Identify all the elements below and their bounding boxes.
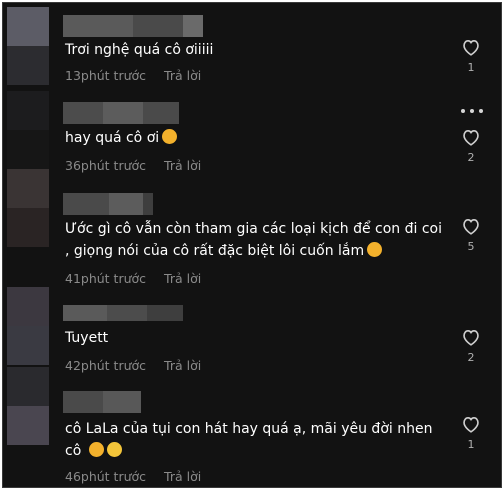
comment-text: hay quá cô ơi: [65, 127, 451, 149]
reply-button[interactable]: Trả lời: [164, 469, 201, 484]
comment-meta: 41phút trước Trả lời: [65, 271, 201, 286]
like-button[interactable]: 1: [457, 415, 485, 451]
like-button[interactable]: 2: [457, 328, 485, 364]
comment-time: 13phút trước: [65, 68, 147, 83]
comment-meta: 36phút trước Trả lời: [65, 158, 201, 173]
smiling-hearts-emoji-icon: [367, 242, 383, 257]
like-count: 1: [467, 438, 475, 451]
comment-text: cô LaLa của tụi con hát hay quá ạ, mãi y…: [65, 418, 451, 462]
comment-meta: 46phút trước Trả lời: [65, 469, 201, 484]
like-button[interactable]: 1: [457, 38, 485, 74]
more-dots-icon[interactable]: [461, 107, 485, 115]
smiling-hearts-emoji-icon: [162, 129, 178, 144]
heart-outline-icon: [463, 417, 479, 433]
comment-time: 42phút trước: [65, 358, 147, 373]
avatar[interactable]: [7, 169, 49, 247]
reply-button[interactable]: Trả lời: [164, 358, 201, 373]
reply-button[interactable]: Trả lời: [164, 271, 201, 286]
comment-meta: 42phút trước Trả lời: [65, 358, 201, 373]
like-button[interactable]: 2: [457, 128, 485, 164]
grinning-emoji-icon: [106, 442, 122, 457]
comment-text-body: hay quá cô ơi: [65, 130, 160, 146]
like-count: 2: [467, 151, 475, 164]
like-button[interactable]: 5: [457, 217, 485, 253]
heart-outline-icon: [463, 130, 479, 146]
comment-time: 41phút trước: [65, 271, 147, 286]
comment-text-body: Ước gì cô vẫn còn tham gia các loại kịch…: [65, 221, 443, 259]
reply-button[interactable]: Trả lời: [164, 68, 201, 83]
avatar[interactable]: [7, 91, 49, 169]
avatar[interactable]: [7, 7, 49, 85]
avatar[interactable]: [7, 287, 49, 365]
like-count: 1: [467, 61, 475, 74]
comment-text: Tuyett: [65, 330, 109, 346]
smiling-hearts-emoji-icon: [88, 442, 104, 457]
avatar[interactable]: [7, 367, 49, 445]
heart-outline-icon: [463, 219, 479, 235]
comment-time: 36phút trước: [65, 158, 147, 173]
comment-text: Trơi nghệ quá cô ơiiiii: [65, 42, 214, 58]
like-count: 2: [467, 351, 475, 364]
comment-text: Ước gì cô vẫn còn tham gia các loại kịch…: [65, 218, 451, 262]
reply-button[interactable]: Trả lời: [164, 158, 201, 173]
heart-outline-icon: [463, 330, 479, 346]
like-count: 5: [467, 240, 475, 253]
comment-list: Trơi nghệ quá cô ơiiiii 13phút trước Trả …: [2, 2, 502, 488]
comment-meta: 13phút trước Trả lời: [65, 68, 201, 83]
heart-outline-icon: [463, 40, 479, 56]
comment-time: 46phút trước: [65, 469, 147, 484]
